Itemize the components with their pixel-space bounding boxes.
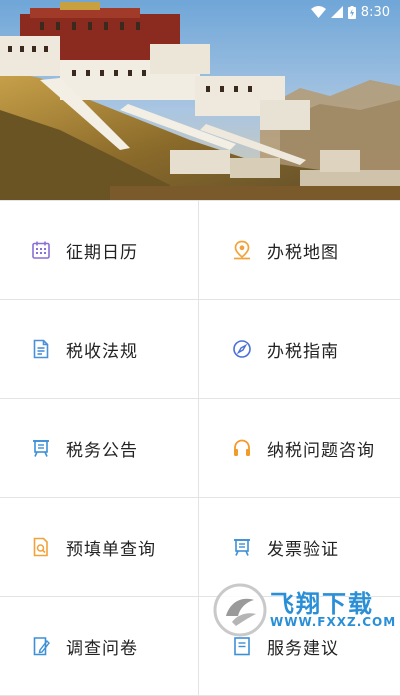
status-bar: 8:30	[0, 0, 400, 24]
menu-item-invoice-verify[interactable]: 发票验证	[199, 498, 400, 597]
battery-charging-icon	[347, 5, 356, 19]
menu-item-label: 服务建议	[267, 638, 339, 659]
menu-item-tax-regulations[interactable]: 税收法规	[0, 300, 199, 399]
invoice-icon	[231, 536, 253, 558]
menu-item-tax-notice[interactable]: 税务公告	[0, 399, 199, 498]
menu-item-label: 办税指南	[267, 341, 339, 362]
menu-item-tax-map[interactable]: 办税地图	[199, 201, 400, 300]
menu-item-service-suggestion[interactable]: 服务建议	[199, 597, 400, 696]
menu-grid: 征期日历 办税地图 税收法规 办税指南 税务公告 纳税问题咨询 预填单查询 发票…	[0, 200, 400, 696]
document-icon	[30, 338, 52, 360]
menu-item-label: 税务公告	[66, 440, 138, 461]
menu-item-label: 税收法规	[66, 341, 138, 362]
headphones-icon	[231, 437, 253, 459]
status-time: 8:30	[360, 4, 390, 20]
signal-icon	[330, 6, 343, 18]
wifi-icon	[310, 6, 326, 18]
menu-item-label: 征期日历	[66, 242, 138, 263]
menu-item-label: 办税地图	[267, 242, 339, 263]
menu-item-label: 发票验证	[267, 539, 339, 560]
menu-item-survey[interactable]: 调查问卷	[0, 597, 199, 696]
search-document-icon	[30, 536, 52, 558]
calendar-icon	[30, 239, 52, 261]
menu-item-label: 预填单查询	[66, 539, 156, 560]
banner-image	[0, 0, 400, 200]
compass-icon	[231, 338, 253, 360]
notice-board-icon	[30, 437, 52, 459]
menu-item-label: 调查问卷	[66, 638, 138, 659]
map-pin-icon	[231, 239, 253, 261]
menu-item-tax-guide[interactable]: 办税指南	[199, 300, 400, 399]
menu-item-prefill-query[interactable]: 预填单查询	[0, 498, 199, 597]
menu-item-calendar[interactable]: 征期日历	[0, 201, 199, 300]
menu-item-tax-consulting[interactable]: 纳税问题咨询	[199, 399, 400, 498]
menu-item-label: 纳税问题咨询	[267, 440, 375, 461]
